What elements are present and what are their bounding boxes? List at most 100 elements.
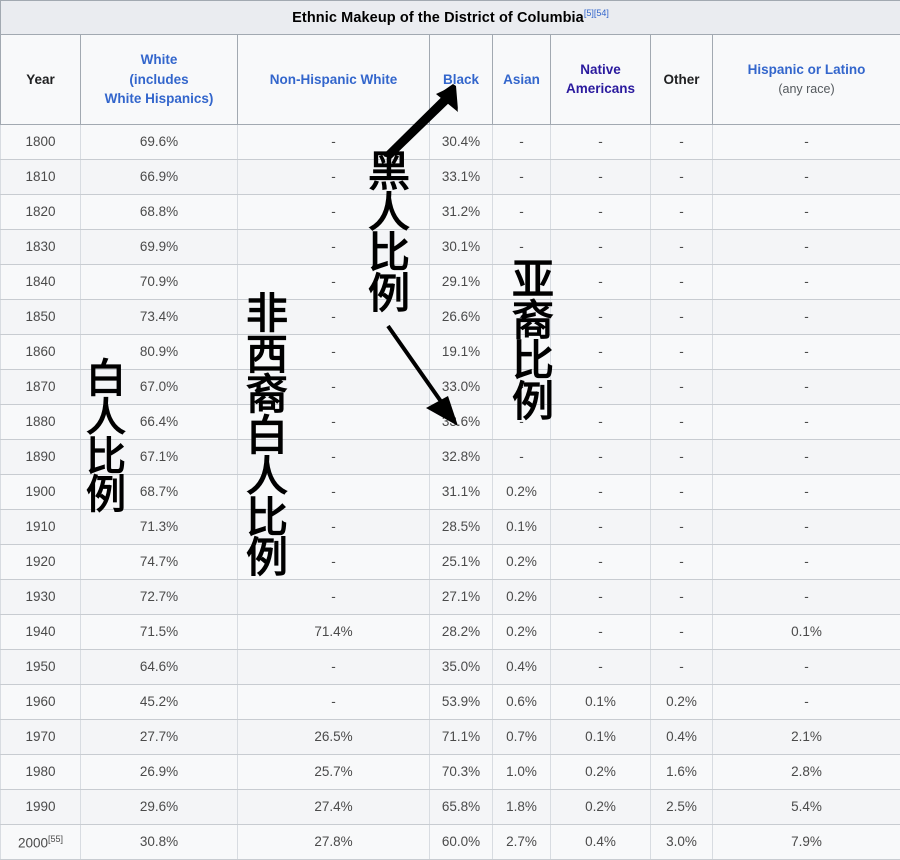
column-header-native-americans-line2[interactable]: Americans <box>566 81 635 96</box>
year-link[interactable]: 1860 <box>25 344 55 359</box>
cell-asian: 1.0% <box>493 754 551 789</box>
cell-black: 60.0% <box>430 824 493 859</box>
table-row: 194071.5%71.4%28.2%0.2%--0.1% <box>1 614 900 649</box>
cell-black: 35.0% <box>430 649 493 684</box>
cell-other: 3.0% <box>651 824 713 859</box>
cell-year[interactable]: 1960 <box>1 684 81 719</box>
year-link[interactable]: 1830 <box>25 239 55 254</box>
year-link[interactable]: 1930 <box>25 589 55 604</box>
cell-white: 71.3% <box>81 509 238 544</box>
year-link[interactable]: 1870 <box>25 379 55 394</box>
cell-year[interactable]: 1970 <box>1 719 81 754</box>
cell-native-americans: - <box>551 194 651 229</box>
column-header-native-americans-line1[interactable]: Native <box>580 62 621 77</box>
year-reference-link[interactable]: [55] <box>48 834 63 844</box>
cell-hispanic-or-latino: - <box>713 334 900 369</box>
cell-other: - <box>651 404 713 439</box>
year-link[interactable]: 1800 <box>25 134 55 149</box>
cell-year[interactable]: 1900 <box>1 474 81 509</box>
cell-native-americans: - <box>551 579 651 614</box>
year-link[interactable]: 1890 <box>25 449 55 464</box>
cell-black: 33.6% <box>430 404 493 439</box>
cell-non-hispanic-white: - <box>238 159 430 194</box>
table-row: 195064.6%-35.0%0.4%--- <box>1 649 900 684</box>
cell-year[interactable]: 1860 <box>1 334 81 369</box>
cell-year[interactable]: 1950 <box>1 649 81 684</box>
cell-native-americans: - <box>551 404 651 439</box>
cell-year[interactable]: 1800 <box>1 124 81 159</box>
cell-year[interactable]: 1810 <box>1 159 81 194</box>
cell-black: 31.1% <box>430 474 493 509</box>
cell-hispanic-or-latino: - <box>713 579 900 614</box>
column-header-white-line2[interactable]: (includes <box>129 72 188 87</box>
year-link[interactable]: 1940 <box>25 624 55 639</box>
column-header-non-hispanic-white-label[interactable]: Non-Hispanic White <box>270 72 398 87</box>
cell-year[interactable]: 1830 <box>1 229 81 264</box>
year-link[interactable]: 1950 <box>25 659 55 674</box>
cell-black: 27.1% <box>430 579 493 614</box>
cell-year[interactable]: 1930 <box>1 579 81 614</box>
cell-year[interactable]: 1980 <box>1 754 81 789</box>
cell-hispanic-or-latino: - <box>713 439 900 474</box>
cell-non-hispanic-white: 71.4% <box>238 614 430 649</box>
cell-other: 0.4% <box>651 719 713 754</box>
cell-year[interactable]: 2000[55] <box>1 824 81 859</box>
cell-native-americans: - <box>551 509 651 544</box>
cell-non-hispanic-white: - <box>238 229 430 264</box>
cell-other: - <box>651 194 713 229</box>
year-link[interactable]: 1990 <box>25 799 55 814</box>
cell-year[interactable]: 1910 <box>1 509 81 544</box>
cell-hispanic-or-latino: - <box>713 159 900 194</box>
cell-black: 29.1% <box>430 264 493 299</box>
year-link[interactable]: 1910 <box>25 519 55 534</box>
cell-year[interactable]: 1990 <box>1 789 81 824</box>
cell-hispanic-or-latino: - <box>713 474 900 509</box>
column-header-white-line3[interactable]: White Hispanics) <box>105 91 214 106</box>
column-header-asian-label[interactable]: Asian <box>503 72 540 87</box>
cell-year[interactable]: 1820 <box>1 194 81 229</box>
year-link[interactable]: 1970 <box>25 729 55 744</box>
column-header-year-label: Year <box>26 72 55 87</box>
cell-year[interactable]: 1840 <box>1 264 81 299</box>
table-row: 197027.7%26.5%71.1%0.7%0.1%0.4%2.1% <box>1 719 900 754</box>
cell-non-hispanic-white: - <box>238 684 430 719</box>
cell-year[interactable]: 1870 <box>1 369 81 404</box>
cell-native-americans: - <box>551 299 651 334</box>
table-row: 191071.3%-28.5%0.1%--- <box>1 509 900 544</box>
cell-hispanic-or-latino: - <box>713 264 900 299</box>
column-header-hispanic-label[interactable]: Hispanic or Latino <box>748 62 866 77</box>
caption-reference-links[interactable]: [5][54] <box>584 8 609 18</box>
column-header-white-label[interactable]: White <box>141 52 178 67</box>
cell-year[interactable]: 1880 <box>1 404 81 439</box>
column-header-black-label[interactable]: Black <box>443 72 479 87</box>
year-link[interactable]: 1820 <box>25 204 55 219</box>
cell-native-americans: 0.2% <box>551 789 651 824</box>
year-link[interactable]: 1900 <box>25 484 55 499</box>
table-row: 187067.0%-33.0%---- <box>1 369 900 404</box>
year-link[interactable]: 1850 <box>25 309 55 324</box>
cell-year[interactable]: 1920 <box>1 544 81 579</box>
cell-hispanic-or-latino: - <box>713 404 900 439</box>
cell-other: - <box>651 229 713 264</box>
cell-year[interactable]: 1890 <box>1 439 81 474</box>
cell-black: 32.8% <box>430 439 493 474</box>
year-link[interactable]: 1980 <box>25 764 55 779</box>
cell-non-hispanic-white: - <box>238 124 430 159</box>
table-row: 189067.1%-32.8%---- <box>1 439 900 474</box>
column-header-hispanic-or-latino: Hispanic or Latino (any race) <box>713 34 900 124</box>
cell-black: 70.3% <box>430 754 493 789</box>
cell-white: 27.7% <box>81 719 238 754</box>
year-link[interactable]: 1840 <box>25 274 55 289</box>
table-row: 183069.9%-30.1%---- <box>1 229 900 264</box>
cell-year[interactable]: 1850 <box>1 299 81 334</box>
cell-non-hispanic-white: - <box>238 474 430 509</box>
cell-asian: 0.4% <box>493 649 551 684</box>
cell-year[interactable]: 1940 <box>1 614 81 649</box>
year-link[interactable]: 1920 <box>25 554 55 569</box>
year-link[interactable]: 1880 <box>25 414 55 429</box>
year-link[interactable]: 2000 <box>18 835 48 850</box>
cell-other: - <box>651 369 713 404</box>
table-row: 192074.7%-25.1%0.2%--- <box>1 544 900 579</box>
year-link[interactable]: 1960 <box>25 694 55 709</box>
year-link[interactable]: 1810 <box>25 169 55 184</box>
